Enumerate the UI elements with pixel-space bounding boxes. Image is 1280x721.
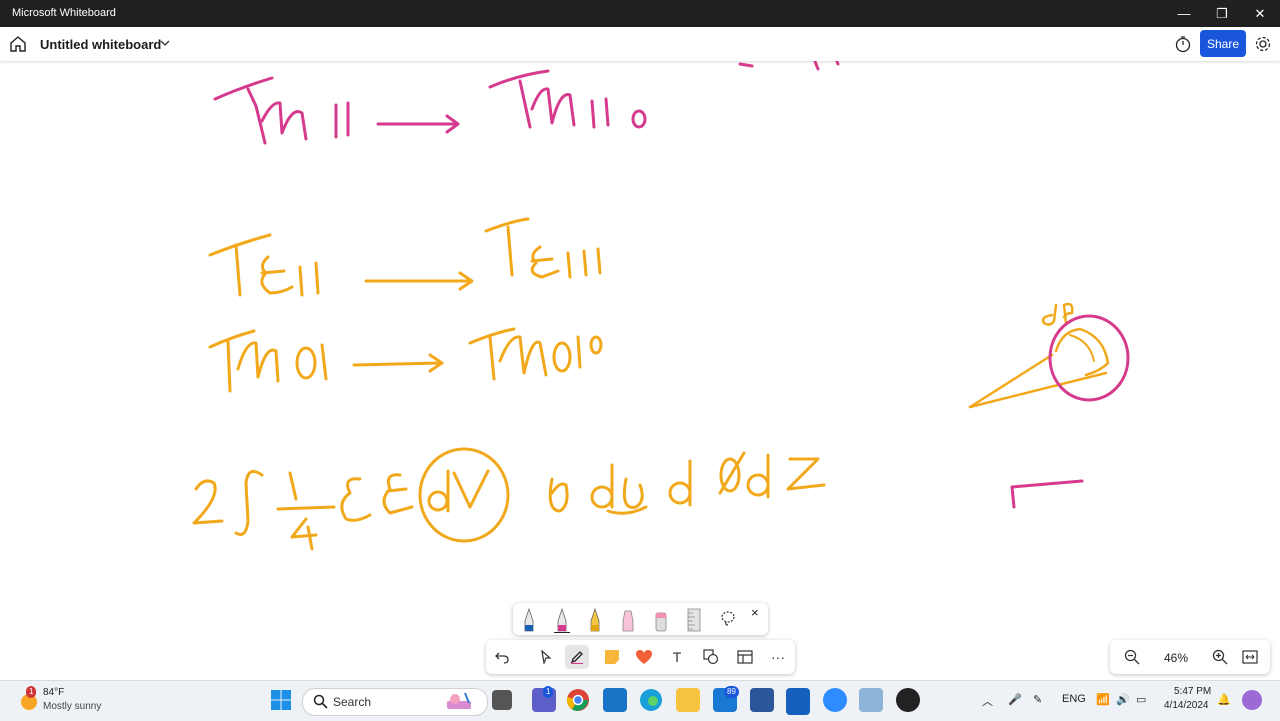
ink-line-tm01 <box>208 327 603 393</box>
edge-icon[interactable] <box>639 688 663 712</box>
pen-tray-close-button[interactable]: × <box>751 605 759 620</box>
templates-icon[interactable] <box>733 645 757 669</box>
select-icon[interactable] <box>534 645 558 669</box>
media-player-icon[interactable] <box>896 688 920 712</box>
weather-temperature[interactable]: 84°F <box>43 687 64 698</box>
notification-bell-icon[interactable]: 🔔 <box>1217 693 1231 706</box>
zoom-app-icon[interactable] <box>823 688 847 712</box>
main-toolbar: T ··· <box>486 640 795 674</box>
clock-date[interactable]: 4/14/2024 <box>1164 700 1209 711</box>
ink-fragment-top <box>738 57 840 71</box>
pink-pen-icon[interactable] <box>554 607 570 633</box>
eraser-icon[interactable] <box>653 607 669 633</box>
chevron-down-icon[interactable] <box>158 36 172 50</box>
ink-line-tm11 <box>213 69 647 145</box>
volume-icon[interactable]: 🔊 <box>1116 693 1130 706</box>
restore-icon[interactable]: ❐ <box>1203 0 1241 27</box>
pen-tool-icon[interactable] <box>565 645 589 669</box>
text-tool-icon[interactable]: T <box>665 645 689 669</box>
whiteboard-app-icon[interactable] <box>786 688 810 715</box>
minimize-icon[interactable]: — <box>1165 0 1203 27</box>
more-options-icon[interactable]: ··· <box>766 645 790 669</box>
chevron-up-icon[interactable]: ︿ <box>982 693 993 709</box>
search-label: Search <box>333 695 372 709</box>
yellow-pencil-icon[interactable] <box>587 607 603 633</box>
undo-icon[interactable] <box>490 645 514 669</box>
sticky-note-icon[interactable] <box>600 645 624 669</box>
paint-app-icon[interactable] <box>859 688 883 712</box>
home-icon[interactable] <box>9 35 27 53</box>
lasso-icon[interactable] <box>720 610 736 626</box>
close-icon[interactable]: ✕ <box>1241 0 1279 27</box>
microphone-icon[interactable]: 🎤 <box>1008 693 1022 706</box>
zoom-in-icon[interactable] <box>1212 649 1228 665</box>
ink-layer <box>192 57 1130 551</box>
chrome-icon[interactable] <box>566 688 590 712</box>
store-icon[interactable] <box>603 688 627 712</box>
board-name[interactable]: Untitled whiteboard <box>40 37 161 52</box>
copilot-icon[interactable] <box>1242 690 1262 710</box>
reaction-heart-icon[interactable] <box>632 645 656 669</box>
title-bar: Microsoft Whiteboard — ❐ ✕ <box>0 0 1280 27</box>
ink-integral <box>192 447 826 551</box>
zoom-out-icon[interactable] <box>1124 649 1140 665</box>
timer-icon[interactable] <box>1174 35 1192 53</box>
word-icon[interactable] <box>750 688 774 712</box>
zoom-controls: 46% <box>1110 640 1270 674</box>
battery-icon[interactable]: ▭ <box>1136 693 1146 706</box>
fit-to-screen-icon[interactable] <box>1242 650 1258 664</box>
file-explorer-icon[interactable] <box>676 688 700 712</box>
start-windows-icon[interactable] <box>269 688 293 712</box>
window-title: Microsoft Whiteboard <box>12 7 116 19</box>
search-highlight-icon <box>447 692 471 709</box>
app-bar: Untitled whiteboard Share <box>0 27 1280 61</box>
language-indicator[interactable]: ENG <box>1062 693 1086 705</box>
ink-cone-sketch <box>968 302 1130 509</box>
pen-tray: × <box>513 603 768 635</box>
blue-pen-icon[interactable] <box>521 607 537 633</box>
task-view-icon[interactable] <box>492 690 512 710</box>
share-button[interactable]: Share <box>1200 30 1246 57</box>
search-icon <box>313 694 328 709</box>
mail-badge: 89 <box>724 686 739 698</box>
gear-icon[interactable] <box>1254 35 1272 53</box>
weather-description[interactable]: Mostly sunny <box>43 701 101 712</box>
wifi-icon[interactable]: 📶 <box>1096 693 1110 706</box>
pen-menu-icon[interactable]: ✎ <box>1033 693 1042 706</box>
taskbar-search[interactable]: Search <box>302 688 488 716</box>
clock-time[interactable]: 5:47 PM <box>1174 686 1211 697</box>
zoom-level[interactable]: 46% <box>1164 651 1188 665</box>
whiteboard-canvas[interactable] <box>0 57 1280 680</box>
ink-line-te11 <box>208 217 602 297</box>
shapes-icon[interactable] <box>699 645 723 669</box>
pink-highlighter-icon[interactable] <box>620 607 636 633</box>
ruler-icon[interactable] <box>686 607 702 633</box>
